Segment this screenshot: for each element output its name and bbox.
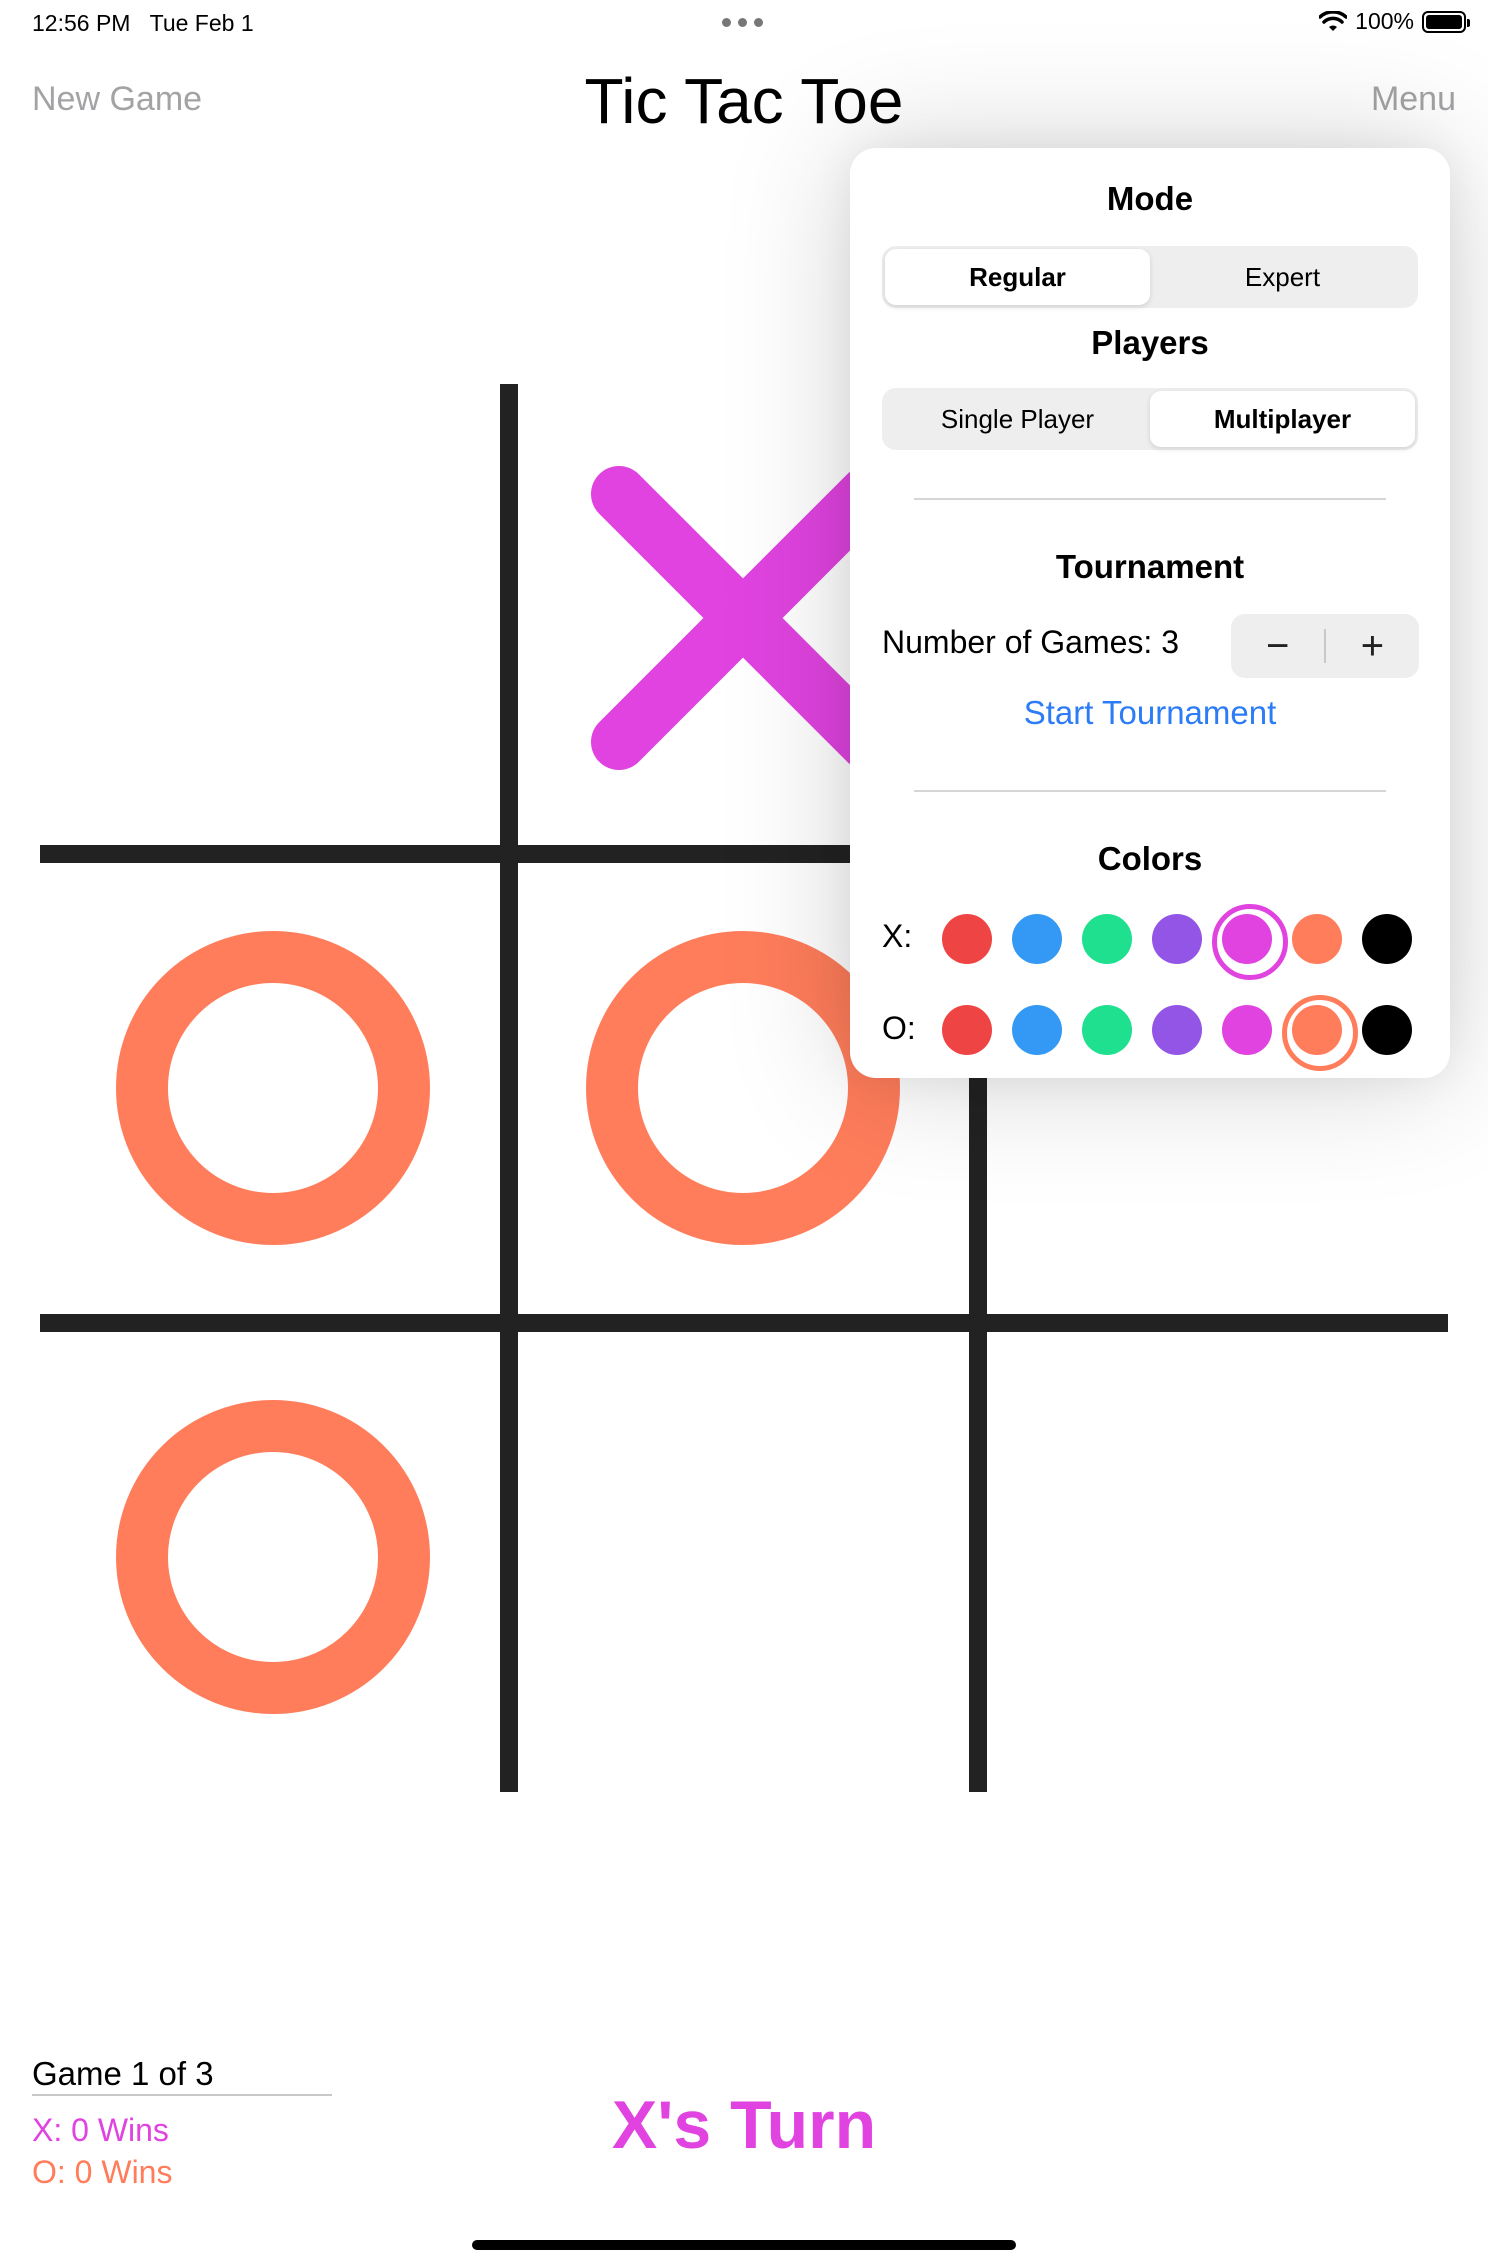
tournament-heading: Tournament: [1055, 548, 1245, 585]
home-indicator[interactable]: [472, 2240, 1016, 2250]
x-color-swatch[interactable]: [1152, 914, 1202, 964]
x-color-label: X:: [882, 918, 913, 954]
players-segmented-control: Single Player Multiplayer: [882, 388, 1418, 450]
x-color-swatch[interactable]: [1292, 914, 1342, 964]
players-heading: Players: [1091, 324, 1209, 361]
mode-heading: Mode: [1106, 180, 1194, 217]
o-mark[interactable]: [116, 1400, 430, 1714]
o-color-swatch[interactable]: [1012, 1005, 1062, 1055]
games-stepper: − +: [1231, 614, 1419, 678]
x-color-swatch[interactable]: [1362, 914, 1412, 964]
menu-popover: Mode Regular Expert Players Single Playe…: [850, 148, 1450, 1078]
o-color-swatch[interactable]: [1362, 1005, 1412, 1055]
o-color-swatch[interactable]: [1282, 995, 1358, 1071]
mode-segmented-control: Regular Expert: [882, 246, 1418, 308]
o-color-label: O:: [882, 1010, 916, 1046]
mode-option-expert[interactable]: Expert: [1150, 249, 1415, 305]
o-mark[interactable]: [116, 931, 430, 1245]
mode-option-regular[interactable]: Regular: [885, 249, 1150, 305]
divider: [914, 790, 1386, 792]
o-color-swatch[interactable]: [1082, 1005, 1132, 1055]
o-mark[interactable]: [586, 931, 900, 1245]
colors-heading: Colors: [1097, 840, 1203, 877]
x-color-swatch[interactable]: [1012, 914, 1062, 964]
x-mark[interactable]: [591, 466, 895, 770]
turn-indicator: X's Turn: [611, 2087, 877, 2163]
players-option-single[interactable]: Single Player: [885, 391, 1150, 447]
players-option-multi[interactable]: Multiplayer: [1150, 391, 1415, 447]
x-color-swatch[interactable]: [942, 914, 992, 964]
divider: [914, 498, 1386, 500]
start-tournament-button[interactable]: Start Tournament: [850, 694, 1450, 732]
x-color-swatch[interactable]: [1082, 914, 1132, 964]
o-color-swatch[interactable]: [1152, 1005, 1202, 1055]
popover-arrow: [1390, 122, 1446, 150]
o-color-swatch[interactable]: [1222, 1005, 1272, 1055]
x-color-swatch[interactable]: [1212, 904, 1288, 980]
number-of-games-label: Number of Games: 3: [882, 624, 1179, 660]
o-color-swatch[interactable]: [942, 1005, 992, 1055]
increment-button[interactable]: +: [1326, 614, 1419, 678]
decrement-button[interactable]: −: [1231, 614, 1324, 678]
